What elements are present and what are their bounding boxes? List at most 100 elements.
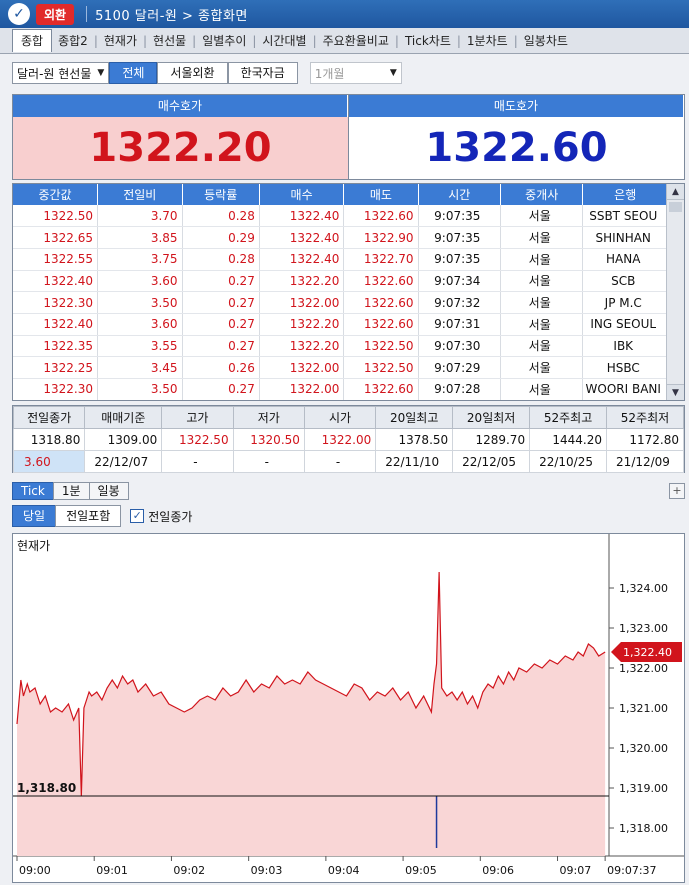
expand-plus-icon[interactable]: +	[669, 483, 685, 499]
tick-row[interactable]: 1322.55 3.75 0.28 1322.40 1322.70 9:07:35 서울 HA…	[13, 248, 668, 271]
tick-cell: 서울	[500, 226, 584, 249]
tick-cell: 서울	[500, 313, 584, 336]
tick-cell: 9:07:34	[418, 270, 502, 293]
tab-current-price[interactable]: 현재가	[98, 32, 143, 50]
tick-cell: 9:07:35	[418, 226, 502, 249]
tick-cell: 9:07:32	[418, 291, 502, 314]
x-tick-label: 09:05	[405, 864, 437, 877]
tab-fx-compare[interactable]: 주요환율비교	[317, 32, 395, 50]
stat-date: 22/10/25	[529, 450, 607, 473]
tick-cell: 서울	[500, 291, 584, 314]
tick-cell: 1322.55	[13, 248, 99, 271]
tick-cell: 1322.70	[343, 248, 419, 271]
instrument-select[interactable]: 달러-원 현선물 ▼	[12, 62, 110, 84]
tab-daily-chart[interactable]: 일봉차트	[518, 32, 574, 50]
stat-head: 52주최저	[606, 406, 684, 429]
tick-row[interactable]: 1322.25 3.45 0.26 1322.00 1322.50 9:07:29 서울 HS…	[13, 356, 668, 379]
col-mid: 중간값	[13, 184, 99, 205]
tab-minute-chart[interactable]: 1분차트	[461, 32, 514, 50]
stat-value: 1322.00	[303, 428, 377, 451]
tick-cell: 1322.25	[13, 356, 99, 379]
col-bank: 은행	[582, 184, 668, 205]
ask-price: 1322.60	[349, 117, 684, 179]
tab-tick-chart[interactable]: Tick차트	[399, 32, 457, 50]
tick-cell: 0.27	[182, 335, 260, 358]
tab-spot-futures[interactable]: 현선물	[147, 32, 192, 50]
prev-close-label: 1,318.80	[17, 781, 76, 795]
tick-cell: 0.27	[182, 291, 260, 314]
x-tick-label: 09:03	[251, 864, 283, 877]
ask-label: 매도호가	[349, 95, 684, 117]
tick-cell: 9:07:31	[418, 313, 502, 336]
chart-title: 현재가	[17, 539, 50, 553]
stats-header-row: 전일종가 매매기준 고가 저가 시가 20일최고 20일최저 52주최고 52주…	[12, 406, 684, 429]
stat-value: 1378.50	[375, 428, 454, 451]
tab-strip: 종합 종합2 | 현재가 | 현선물 | 일별추이 | 시간대별 | 주요환율비교 | Ti…	[0, 28, 689, 54]
scroll-up-icon[interactable]: ▲	[667, 184, 684, 200]
tab-1min[interactable]: 1분	[52, 482, 90, 500]
tick-row[interactable]: 1322.40 3.60 0.27 1322.20 1322.60 9:07:31 서울 IN…	[13, 313, 668, 336]
tick-cell: 1322.60	[343, 270, 419, 293]
stat-date: -	[303, 450, 377, 473]
tab-overview2[interactable]: 종합2	[52, 32, 94, 50]
tab-overview[interactable]: 종합	[12, 29, 53, 52]
tick-row[interactable]: 1322.30 3.50 0.27 1322.00 1322.60 9:07:28 서울 WO…	[13, 378, 668, 400]
tick-cell: 1322.00	[259, 356, 345, 379]
tick-cell: 3.85	[97, 226, 183, 249]
tick-row[interactable]: 1322.65 3.85 0.29 1322.40 1322.90 9:07:35 서울 SH…	[13, 226, 668, 249]
tab-tick[interactable]: Tick	[12, 482, 54, 500]
stat-head: 고가	[161, 406, 234, 429]
tick-cell: 1322.60	[343, 291, 419, 314]
tab-daily-trend[interactable]: 일별추이	[196, 32, 252, 50]
stat-value: 1172.80	[606, 428, 684, 451]
category-badge: 외환	[36, 3, 75, 25]
tick-cell: 1322.40	[13, 270, 99, 293]
tick-cell: SCB	[582, 270, 668, 293]
tab-daily[interactable]: 일봉	[88, 482, 129, 500]
scroll-down-icon[interactable]: ▼	[667, 384, 684, 400]
tick-cell: SHINHAN	[582, 226, 668, 249]
tick-row[interactable]: 1322.40 3.60 0.27 1322.20 1322.60 9:07:34 서울 SC…	[13, 270, 668, 293]
tick-cell: 1322.20	[259, 335, 345, 358]
x-tick-label: 09:06	[482, 864, 514, 877]
tick-cell: 9:07:30	[418, 335, 502, 358]
stat-value: 1444.20	[529, 428, 607, 451]
tick-cell: 1322.50	[13, 205, 99, 228]
tick-cell: 3.55	[97, 335, 183, 358]
stat-value: 1320.50	[232, 428, 305, 451]
divider	[86, 6, 88, 22]
tick-cell: 3.50	[97, 291, 183, 314]
tick-cell: 서울	[500, 378, 584, 400]
stat-date: -	[161, 450, 234, 473]
bid-column: 매수호가 1322.20	[13, 95, 348, 179]
tick-cell: 서울	[500, 205, 584, 228]
chart-period-tabs: Tick 1분 일봉 +	[12, 482, 685, 500]
segment-korea-money[interactable]: 한국자금	[227, 62, 298, 84]
scroll-thumb[interactable]	[669, 202, 682, 212]
stat-date: -	[232, 450, 305, 473]
segment-seoul-fx[interactable]: 서울외환	[157, 62, 228, 84]
stat-head: 매매기준	[84, 406, 163, 429]
y-tick-label: 1,321.00	[619, 702, 668, 715]
tick-scrollbar[interactable]: ▲ ▼	[666, 184, 684, 400]
tab-by-time[interactable]: 시간대별	[256, 32, 312, 50]
price-area	[17, 572, 606, 856]
period-select[interactable]: 1개월 ▼	[309, 62, 402, 84]
stat-date: 21/12/09	[606, 450, 684, 473]
today-button[interactable]: 당일	[12, 505, 57, 527]
tick-cell: IBK	[582, 335, 668, 358]
x-tick-label: 09:00	[19, 864, 51, 877]
segment-all[interactable]: 전체	[109, 62, 158, 84]
tick-row[interactable]: 1322.50 3.70 0.28 1322.40 1322.60 9:07:35 서울 SS…	[13, 205, 668, 228]
tick-cell: 1322.40	[259, 226, 345, 249]
y-tick-label: 1,320.00	[619, 742, 668, 755]
tick-row[interactable]: 1322.30 3.50 0.27 1322.00 1322.60 9:07:32 서울 JP…	[13, 291, 668, 314]
tick-row[interactable]: 1322.35 3.55 0.27 1322.20 1322.50 9:07:30 서울 IB…	[13, 335, 668, 358]
col-broker: 중개사	[500, 184, 584, 205]
stats-date-row: 3.60 22/12/07 - - - 22/11/10 22/12/05 22…	[12, 450, 684, 473]
include-prev-button[interactable]: 전일포함	[55, 505, 122, 527]
prev-close-checkbox[interactable]: ✓ 전일종가	[130, 508, 192, 525]
window-title: 5100 달러-원 > 종합화면	[95, 8, 248, 24]
x-tick-label: 09:01	[96, 864, 128, 877]
tick-cell: ING SEOUL	[582, 313, 668, 336]
